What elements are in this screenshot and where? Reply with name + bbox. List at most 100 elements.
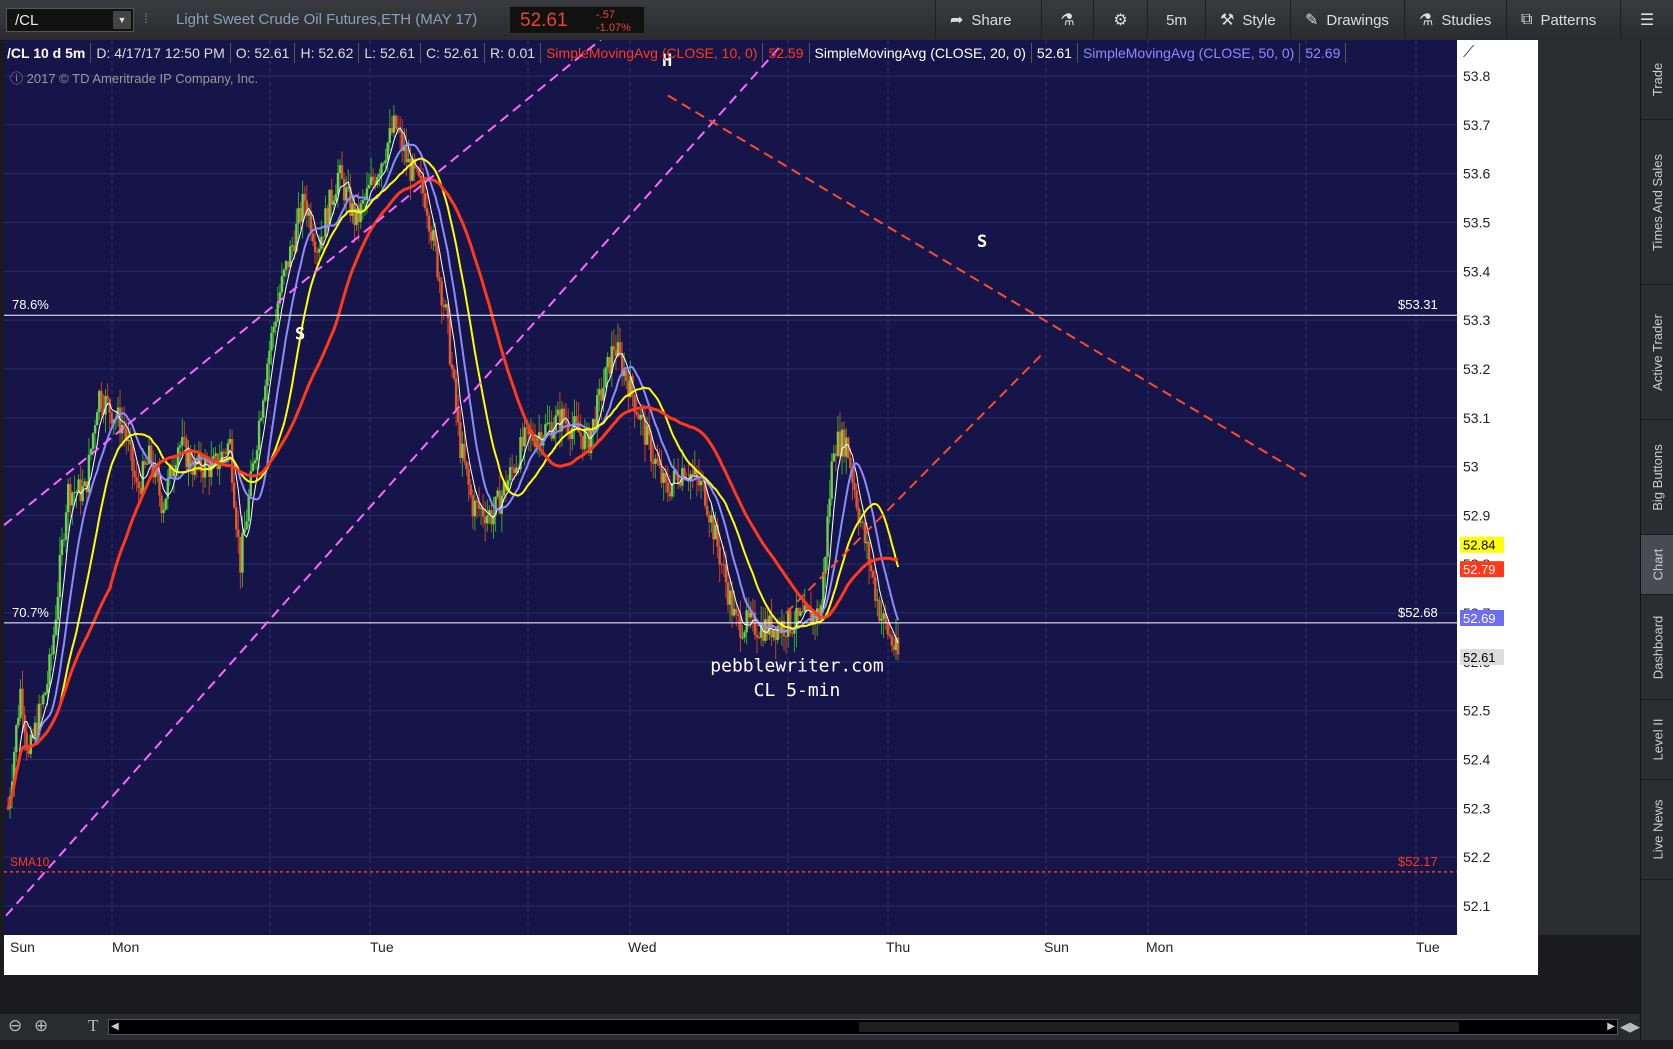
candle-body [479, 507, 483, 509]
scroll-right-icon[interactable]: ▶ [1607, 1020, 1615, 1034]
drawings-button[interactable]: ✎ Drawings [1290, 0, 1404, 40]
zoom-in-icon[interactable]: ⊕ [34, 1016, 48, 1036]
candle-body [608, 357, 611, 374]
candle-body [471, 495, 474, 517]
candle-body [392, 115, 396, 133]
chevron-down-icon[interactable]: ▼ [113, 11, 131, 29]
candle-body [880, 618, 883, 621]
candle-body [181, 437, 184, 446]
legend-sma50-label[interactable]: SimpleMovingAvg (CLOSE, 50, 0) [1078, 43, 1301, 63]
candle-body [214, 453, 217, 456]
candle-body [579, 432, 582, 436]
tab-active-trader[interactable]: Active Trader [1641, 285, 1673, 420]
candle-body [649, 435, 653, 462]
candle-body [892, 645, 896, 651]
candle-body [757, 637, 761, 639]
x-tick-label: Mon [112, 939, 139, 955]
candle-body [291, 245, 294, 247]
candle-body [62, 539, 66, 541]
studies-label: Studies [1441, 11, 1492, 29]
tab-dashboard[interactable]: Dashboard [1641, 595, 1673, 700]
candle-body [784, 636, 788, 638]
candle-body [425, 208, 429, 216]
candle-body [845, 437, 848, 457]
x-tick-label: Mon [1146, 939, 1173, 955]
candle-body [303, 194, 306, 201]
candle-body [380, 163, 383, 174]
candle-body [444, 304, 447, 308]
price-tag-label: 52.69 [1463, 611, 1496, 626]
candle-body [299, 207, 302, 222]
candle-body [658, 463, 661, 466]
tab-times-and-sales[interactable]: Times And Sales [1641, 120, 1673, 285]
plot-background[interactable] [4, 40, 1457, 935]
legend-range: R: 0.01 [485, 43, 542, 63]
scroll-thumb[interactable] [859, 1022, 1459, 1032]
symbol-input[interactable]: /CL [15, 12, 38, 29]
candle-body [732, 608, 736, 616]
style-button[interactable]: ⚒ Style [1205, 0, 1290, 40]
timeframe-button[interactable]: 5m [1147, 0, 1205, 40]
candle-body [469, 484, 472, 496]
legend-low: L: 52.61 [359, 43, 421, 63]
expand-icon[interactable]: ◀▶ [1620, 1019, 1640, 1035]
settings-button[interactable]: ⚙ [1093, 0, 1147, 40]
candle-body [239, 536, 242, 573]
candle-body [890, 636, 894, 646]
candle-body [110, 412, 113, 424]
patterns-button[interactable]: ⧉ Patterns [1506, 0, 1620, 40]
candle-body [830, 461, 833, 499]
candle-body [710, 515, 713, 523]
studies-button[interactable]: ⚗ Studies [1404, 0, 1506, 40]
candle-body [301, 194, 304, 222]
candle-body [15, 725, 18, 753]
text-tool-icon[interactable]: T [88, 1016, 98, 1036]
zoom-out-icon[interactable]: ⊖ [8, 1016, 22, 1036]
chart-style-icon: ⟋ [1463, 44, 1475, 61]
scroll-left-icon[interactable]: ◀ [111, 1020, 119, 1034]
candle-body [386, 142, 389, 161]
y-tick-label: 53.2 [1463, 361, 1490, 377]
legend-sma10-label[interactable]: SimpleMovingAvg (CLOSE, 10, 0) [541, 43, 764, 63]
candle-body [618, 342, 622, 354]
candle-body [452, 369, 456, 379]
chart-area[interactable]: 53.8 53.7 53.6 53.5 53.4 53.3 53.2 53.1 53 52.9 52… [0, 40, 1640, 1040]
share-button[interactable]: ➦ Share [935, 0, 1041, 40]
tab-live-news[interactable]: Live News [1641, 780, 1673, 880]
candle-body [394, 115, 398, 129]
candle-body [865, 541, 869, 544]
tab-chart[interactable]: Chart [1641, 535, 1673, 595]
candle-body [745, 610, 748, 633]
price-chart[interactable]: 53.8 53.7 53.6 53.5 53.4 53.3 53.2 53.1 53 52.9 52… [0, 40, 1640, 1040]
candle-body [143, 461, 147, 465]
candle-body [828, 498, 831, 517]
candle-body [378, 173, 381, 177]
y-tick-label: 52.3 [1463, 800, 1490, 816]
menu-button[interactable]: ☰ [1620, 0, 1673, 40]
chart-scrollbar[interactable]: ◀ ▶ [108, 1019, 1618, 1035]
candle-body [388, 128, 391, 143]
candle-body [679, 483, 682, 486]
top-toolbar: /CL ▼ ⁞ Light Sweet Crude Oil Futures,ET… [0, 0, 1673, 41]
tab-level-ii[interactable]: Level II [1641, 700, 1673, 780]
flask-button[interactable]: ⚗ [1041, 0, 1093, 40]
candle-body [54, 619, 57, 635]
candle-body [361, 200, 364, 204]
time-axis[interactable] [4, 935, 1538, 975]
sma-tag-label: SMA10 [10, 855, 50, 869]
candle-body [855, 490, 858, 508]
candle-body [297, 207, 300, 224]
candle-body [465, 461, 468, 470]
tab-big-buttons[interactable]: Big Buttons [1641, 420, 1673, 535]
drag-handle-icon[interactable]: ⁞ [144, 10, 148, 26]
candle-body [286, 261, 290, 268]
tab-trade[interactable]: Trade [1641, 40, 1673, 120]
candle-body [187, 451, 190, 468]
candle-body [77, 479, 80, 492]
symbol-selector[interactable]: /CL ▼ [6, 8, 134, 32]
legend-sma20-label[interactable]: SimpleMovingAvg (CLOSE, 20, 0) [810, 43, 1032, 63]
candle-body [106, 395, 109, 400]
candle-body [436, 246, 439, 278]
candle-body [100, 391, 103, 409]
candle-body [432, 229, 435, 241]
